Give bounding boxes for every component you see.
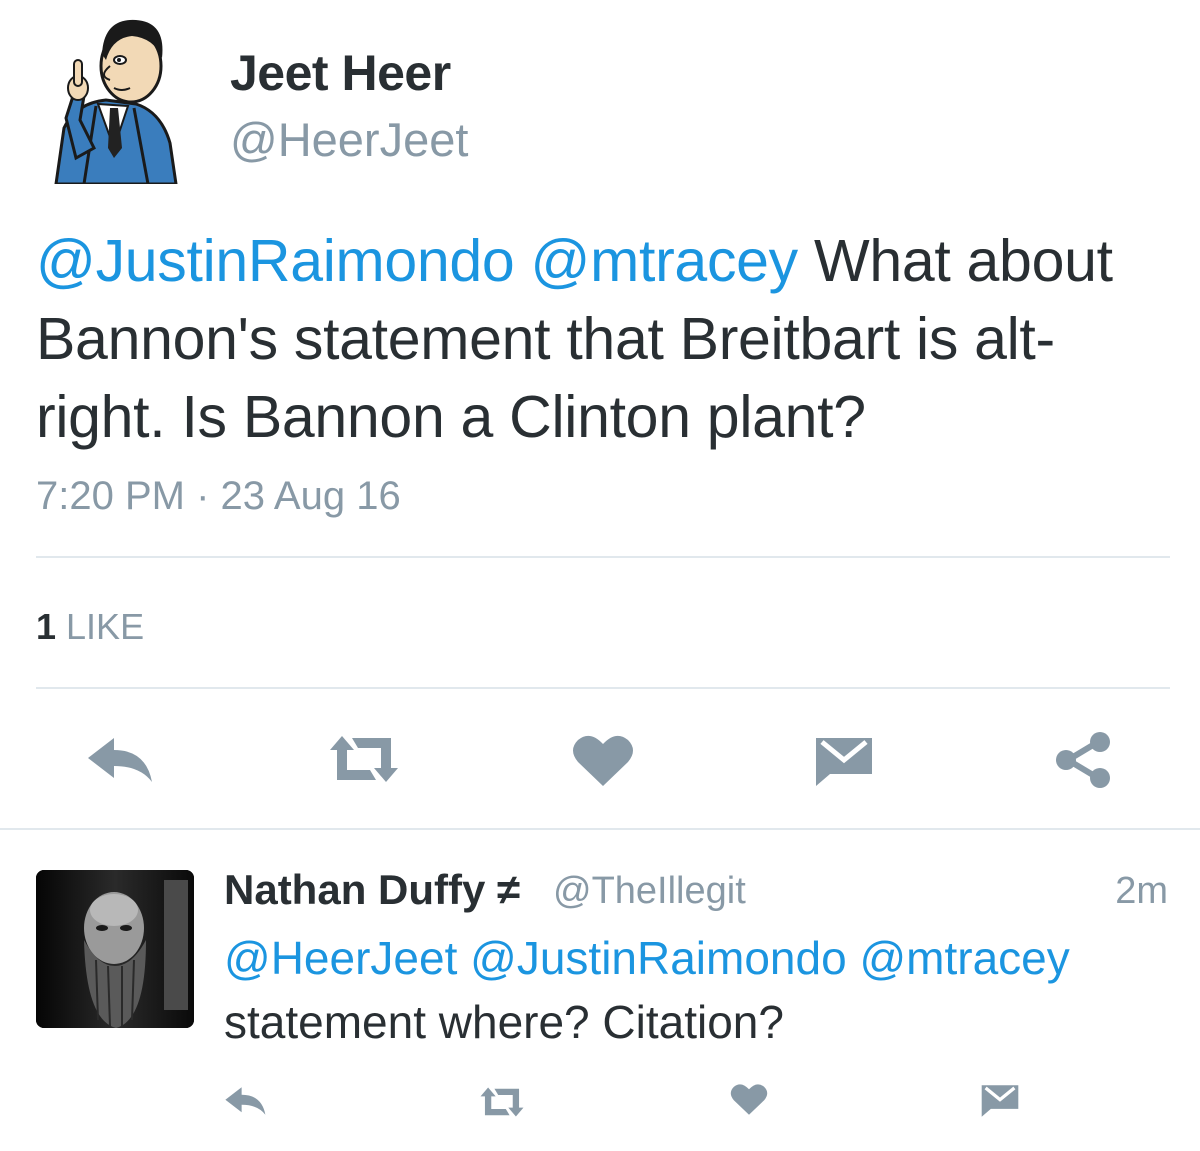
reply-timestamp: 2m	[1115, 870, 1168, 912]
dm-icon	[816, 738, 872, 786]
tweet-text-line-3: right. Is Bannon a Clinton plant?	[36, 384, 866, 450]
mention-link[interactable]: @HeerJeet	[224, 932, 457, 984]
mention-link[interactable]: @JustinRaimondo	[470, 932, 847, 984]
reply-button[interactable]	[86, 736, 156, 784]
divider	[36, 556, 1170, 558]
mention-link[interactable]: @mtracey	[531, 228, 799, 294]
author-avatar[interactable]	[36, 8, 186, 186]
likes-label: LIKE	[66, 606, 145, 647]
author-handle[interactable]: @HeerJeet	[230, 112, 468, 167]
reply-retweet-button[interactable]	[478, 1086, 526, 1118]
cartoon-avatar-image	[54, 19, 178, 186]
reply-reply-button[interactable]	[224, 1086, 268, 1116]
dm-icon	[981, 1085, 1019, 1117]
reply-icon	[88, 738, 152, 782]
tweet-separator	[0, 828, 1200, 830]
retweet-icon	[330, 736, 398, 782]
bearded-man-avatar-image	[36, 870, 194, 1028]
reply-text: @HeerJeet @JustinRaimondo @mtracey state…	[224, 926, 1174, 1054]
share-button[interactable]	[1054, 730, 1114, 790]
retweet-icon	[480, 1087, 524, 1117]
share-icon	[1056, 732, 1110, 788]
direct-message-button[interactable]	[814, 736, 874, 788]
reply-author-handle[interactable]: @TheIllegit	[553, 870, 746, 913]
tweet-timestamp: 7:20 PM · 23 Aug 16	[36, 474, 401, 518]
reply-text-line-1: @HeerJeet @JustinRaimondo @mtracey	[224, 926, 1174, 990]
tweet-text-line-1: @JustinRaimondo @mtracey What about	[36, 222, 1166, 300]
retweet-button[interactable]	[326, 734, 402, 784]
reply-like-button[interactable]	[730, 1082, 768, 1116]
reply-icon	[225, 1087, 266, 1115]
like-button[interactable]	[572, 732, 634, 788]
author-name[interactable]: Jeet Heer	[230, 44, 451, 102]
divider	[36, 687, 1170, 689]
likes-summary[interactable]: 1 LIKE	[36, 606, 144, 648]
tweet-text-fragment: What about	[797, 228, 1113, 294]
likes-count: 1	[36, 606, 57, 647]
tweet-text: @JustinRaimondo @mtracey What about Bann…	[36, 222, 1166, 456]
heart-icon	[573, 735, 633, 786]
mention-link[interactable]: @JustinRaimondo	[36, 228, 515, 294]
mention-link[interactable]: @mtracey	[859, 932, 1069, 984]
tweet-text-line-2: Bannon's statement that Breitbart is alt…	[36, 306, 1055, 372]
reply-author-name[interactable]: Nathan Duffy ≠	[224, 866, 520, 914]
reply-text-line-2: statement where? Citation?	[224, 996, 784, 1048]
heart-icon	[730, 1084, 768, 1115]
reply-direct-message-button[interactable]	[980, 1084, 1020, 1118]
reply-author-avatar[interactable]	[36, 870, 194, 1028]
